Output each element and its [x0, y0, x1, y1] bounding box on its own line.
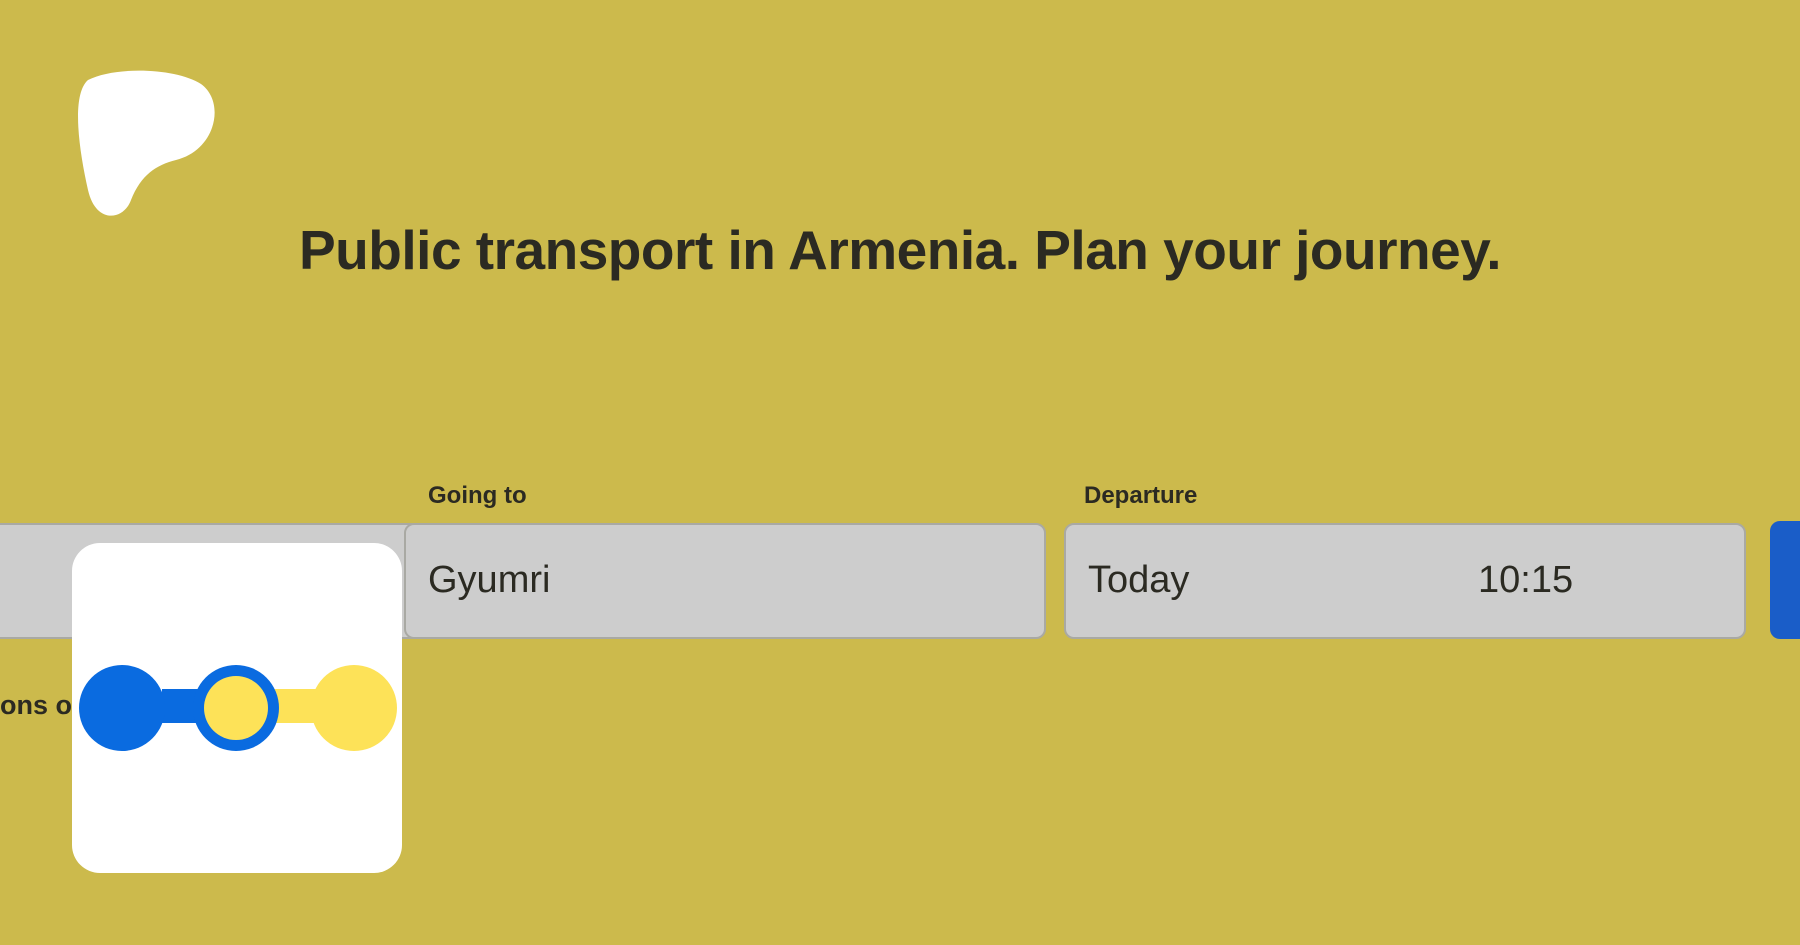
partial-helper-text: ons or	[0, 690, 83, 720]
going-to-value: Gyumri	[428, 559, 551, 601]
route-dots-icon	[79, 665, 397, 751]
app-icon	[72, 543, 402, 873]
departure-time: 10:15	[1478, 559, 1574, 601]
departure-date: Today	[1088, 559, 1190, 601]
going-to-label: Going to	[428, 482, 527, 509]
page-title: Public transport in Armenia. Plan your j…	[299, 219, 1502, 281]
departure-label: Departure	[1084, 482, 1198, 509]
search-button[interactable]	[1770, 521, 1800, 639]
going-to-field[interactable]: Gyumri	[404, 523, 1046, 639]
brand-logo-icon	[78, 70, 215, 216]
departure-field[interactable]: Today 10:15	[1064, 523, 1746, 639]
